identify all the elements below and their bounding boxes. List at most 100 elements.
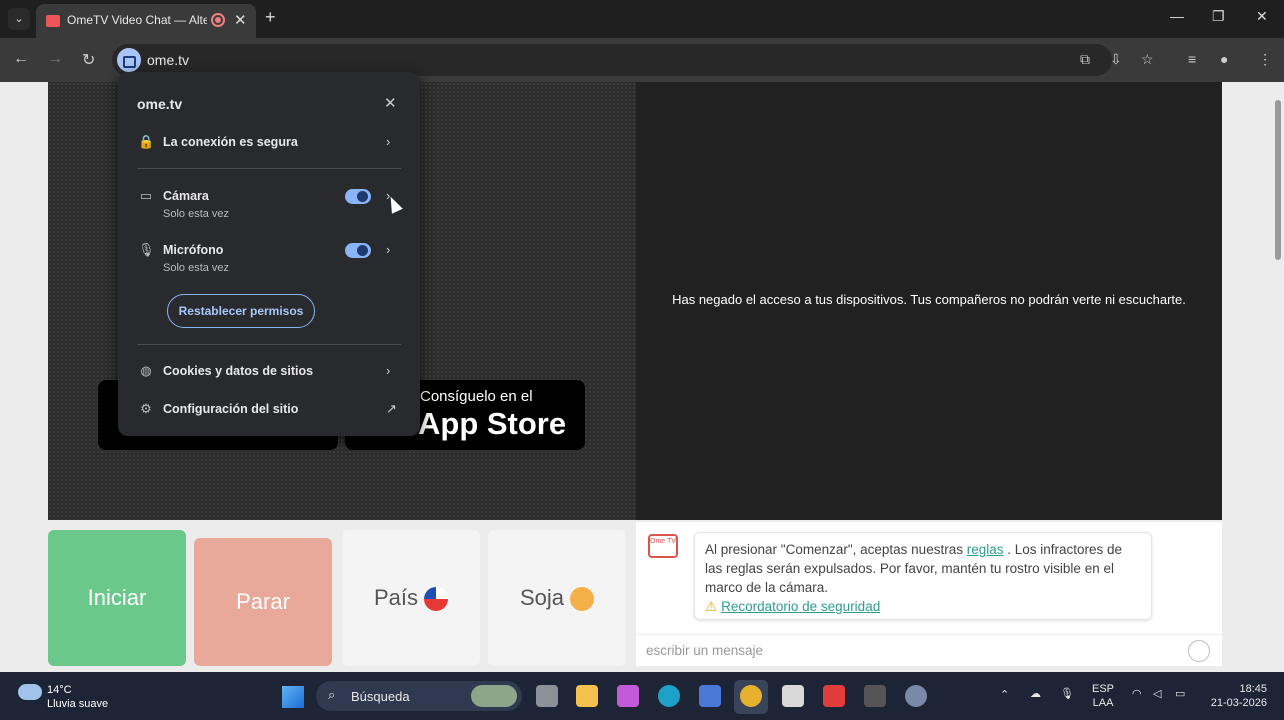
tab-strip: ⌄ OmeTV Video Chat — Alternati ✕ + — ❐ ✕ [0, 0, 1284, 38]
chevron-right-icon: › [386, 134, 391, 149]
install-app-icon[interactable]: ⇩ [1110, 51, 1122, 68]
ometv-logo: Ome TV [648, 534, 678, 558]
access-denied-message: Has negado el acceso a tus dispositivos.… [672, 292, 1186, 307]
onedrive-icon[interactable]: ☁ [1030, 687, 1041, 701]
microphone-sub: Solo esta vez [163, 262, 230, 274]
country-label: País [373, 585, 419, 610]
wifi-icon[interactable]: ◠ [1132, 687, 1142, 701]
windows-start-icon[interactable] [282, 686, 304, 708]
camera-toggle[interactable] [345, 189, 371, 204]
recorder-icon[interactable] [864, 685, 886, 707]
scrollbar-thumb[interactable] [1275, 100, 1281, 260]
connection-secure-row[interactable]: 🔒 La conexión es segura › [138, 134, 400, 154]
close-window-button[interactable]: ✕ [1256, 8, 1268, 25]
microphone-label: Micrófono [163, 243, 224, 257]
weather-temp: 14°C [47, 684, 72, 696]
battery-icon[interactable]: ▭ [1175, 687, 1185, 701]
volume-icon[interactable]: ◁ [1153, 687, 1161, 701]
tray-chevron-icon[interactable]: ⌃ [1000, 688, 1009, 702]
cookies-row[interactable]: ◍ Cookies y datos de sitios › [138, 363, 400, 383]
popup-divider [137, 344, 401, 345]
start-button[interactable]: Iniciar [48, 530, 186, 666]
taskbar-search[interactable]: ⌕ Búsqueda [316, 681, 522, 711]
tab-search-button[interactable]: ⌄ [8, 8, 30, 30]
profile-avatar[interactable]: ● [1220, 51, 1228, 67]
weather-widget[interactable]: 14°C Lluvia suave [47, 683, 108, 711]
site-settings-row[interactable]: ⚙ Configuración del sitio ↗ [138, 401, 400, 421]
popup-site-title: ome.tv [137, 96, 183, 112]
popup-divider [137, 168, 401, 169]
gender-label: Soja [519, 585, 565, 610]
popup-close-icon[interactable]: ✕ [384, 94, 397, 112]
file-explorer-icon[interactable] [576, 685, 598, 707]
store-icon[interactable] [699, 685, 721, 707]
appstore-line1: Consíguelo en el [420, 388, 533, 405]
reload-button[interactable]: ↻ [82, 50, 95, 70]
camera-label: Cámara [163, 189, 209, 203]
download-icon[interactable] [782, 685, 804, 707]
camera-permission-row[interactable]: ▭ Cámara Solo esta vez › [138, 188, 400, 224]
translate-icon[interactable]: ⧉ [1080, 51, 1090, 68]
microphone-permission-row[interactable]: 🎙 Micrófono Solo esta vez › [138, 242, 400, 278]
chat-panel: Ome TV Al presionar "Comenzar", aceptas … [636, 522, 1222, 666]
maximize-button[interactable]: ❐ [1212, 8, 1225, 25]
cookie-icon: ◍ [140, 363, 152, 378]
avatar-emoji-icon [570, 587, 595, 612]
settings-icon[interactable] [905, 685, 927, 707]
tab-title: OmeTV Video Chat — Alternati [67, 13, 207, 27]
task-view-icon[interactable] [536, 685, 558, 707]
page-scrollbar[interactable] [1272, 82, 1284, 672]
search-label: Búsqueda [351, 689, 410, 704]
microphone-icon: 🎙 [138, 242, 155, 257]
chrome-icon[interactable] [740, 685, 762, 707]
site-settings-label: Configuración del sitio [163, 402, 299, 416]
clock[interactable]: 18:45 21-03-2026 [1205, 682, 1267, 710]
country-button[interactable]: País [342, 530, 480, 666]
warning-icon: ⚠ [705, 599, 718, 614]
remote-video: Has negado el acceso a tus dispositivos.… [636, 82, 1222, 520]
minimize-button[interactable]: — [1170, 8, 1184, 24]
media-controls-icon[interactable]: ≡ [1188, 51, 1196, 67]
message-input[interactable]: escribir un mensaje [646, 643, 1186, 658]
forward-button[interactable]: → [47, 50, 63, 68]
language-indicator[interactable]: ESP LAA [1092, 682, 1114, 710]
chevron-right-icon[interactable]: › [386, 242, 390, 257]
cookies-label: Cookies y datos de sitios [163, 364, 314, 378]
chevron-right-icon: › [386, 363, 391, 378]
camera-sub: Solo esta vez [163, 208, 230, 220]
search-icon: ⌕ [328, 687, 336, 702]
edge-icon[interactable] [658, 685, 680, 707]
mic-tray-icon[interactable]: 🎙 [1060, 687, 1074, 701]
chile-flag-icon [424, 587, 449, 612]
chat-divider [636, 634, 1222, 635]
new-tab-button[interactable]: + [265, 7, 276, 28]
site-info-popup: ome.tv ✕ 🔒 La conexión es segura › ▭ Cám… [118, 72, 420, 436]
menu-icon[interactable]: ⋮ [1258, 51, 1272, 68]
taskbar: 14°C Lluvia suave ⌕ Búsqueda ⌃ ☁ 🎙 ESP L… [0, 672, 1284, 720]
gender-button[interactable]: Soja [488, 530, 626, 666]
external-link-icon: ↗ [386, 401, 397, 416]
reset-permissions-button[interactable]: Restablecer permisos [167, 294, 315, 328]
url-text: ome.tv [147, 52, 190, 68]
tab-close-icon[interactable]: ✕ [234, 11, 247, 29]
clock-time: 18:45 [1239, 683, 1267, 695]
tab-ometv[interactable]: OmeTV Video Chat — Alternati ✕ [36, 4, 256, 38]
appstore-line2: App Store [418, 406, 567, 441]
ometv-favicon [46, 15, 60, 27]
connection-label: La conexión es segura [163, 135, 298, 149]
message-text-1: Al presionar "Comenzar", aceptas nuestra… [705, 542, 967, 557]
copilot-icon[interactable] [617, 685, 639, 707]
stop-button[interactable]: Parar [194, 538, 332, 666]
bookmark-star-icon[interactable]: ☆ [1141, 51, 1154, 68]
app-icon[interactable] [823, 685, 845, 707]
site-info-icon[interactable] [117, 48, 141, 72]
back-button[interactable]: ← [13, 50, 29, 68]
lock-icon: 🔒 [138, 134, 155, 149]
gear-icon: ⚙ [140, 401, 152, 416]
microphone-toggle[interactable] [345, 243, 371, 258]
safety-reminder-link[interactable]: Recordatorio de seguridad [721, 599, 880, 614]
weather-cloud-icon[interactable] [18, 684, 42, 700]
rules-link[interactable]: reglas [967, 542, 1004, 557]
emoji-icon[interactable] [1188, 640, 1210, 662]
recording-icon [211, 13, 225, 27]
